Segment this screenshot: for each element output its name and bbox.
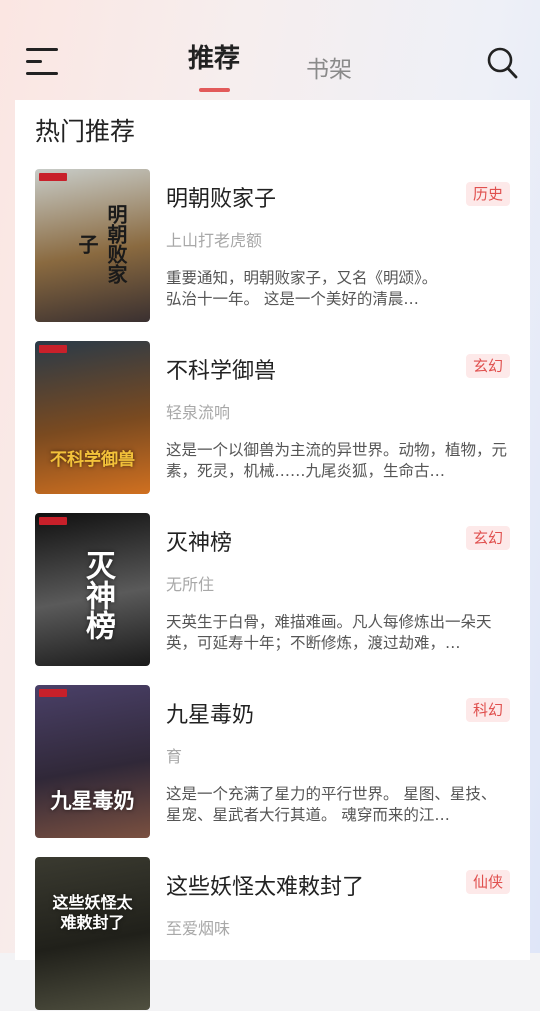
book-description: 这是一个充满了星力的平行世界。 星图、星技、星宠、星武者大行其道。 魂穿而来的江…	[166, 785, 497, 824]
menu-line	[26, 48, 58, 51]
menu-line	[26, 60, 42, 63]
book-title: 不科学御兽	[166, 359, 277, 384]
publisher-logo	[39, 517, 67, 525]
book-category-badge: 科幻	[465, 698, 510, 722]
book-item[interactable]: 九星毒奶 九星毒奶 科幻 育 这是一个充满了星力的平行世界。 星图、星技、星宠、…	[15, 685, 530, 839]
book-description: 这是一个以御兽为主流的异世界。动物，植物，元素，死灵，机械……九尾炎狐，生命古…	[166, 441, 508, 480]
search-icon[interactable]	[486, 46, 518, 80]
book-item[interactable]: 不科学御兽 不科学御兽 玄幻 轻泉流响 这是一个以御兽为主流的异世界。动物，植物…	[15, 341, 530, 495]
book-cover: 明朝败家子	[35, 169, 150, 322]
publisher-logo	[39, 345, 67, 353]
book-cover: 这些妖怪太难敕封了	[35, 857, 150, 1010]
book-title: 九星毒奶	[166, 703, 255, 728]
book-title: 这些妖怪太难敕封了	[166, 875, 365, 900]
book-cover: 九星毒奶	[35, 685, 150, 838]
book-author: 无所住	[166, 575, 215, 594]
cover-title: 明朝败家子	[75, 204, 128, 284]
publisher-logo	[39, 173, 67, 181]
book-author: 至爱烟味	[166, 919, 231, 938]
tab-bookshelf[interactable]: 书架	[306, 50, 352, 84]
cover-title: 九星毒奶	[50, 789, 135, 813]
book-cover: 灭神榜	[35, 513, 150, 666]
book-item[interactable]: 明朝败家子 明朝败家子 历史 上山打老虎额 重要通知，明朝败家子，又名《明颂》。…	[15, 169, 530, 323]
book-author: 轻泉流响	[166, 403, 231, 422]
book-description: 天英生于白骨，难描难画。凡人每修炼出一朵天英，可延寿十年；不断修炼，渡过劫难，…	[166, 613, 492, 652]
book-author: 育	[166, 747, 183, 766]
menu-icon[interactable]	[26, 48, 58, 76]
book-title: 明朝败家子	[166, 187, 277, 212]
menu-line	[26, 72, 58, 75]
cover-title: 不科学御兽	[50, 450, 135, 470]
book-category-badge: 历史	[465, 182, 510, 206]
active-tab-indicator	[199, 88, 230, 92]
publisher-logo	[39, 689, 67, 697]
cover-title: 这些妖怪太难敕封了	[52, 893, 133, 932]
book-item[interactable]: 这些妖怪太难敕封了 这些妖怪太难敕封了 仙侠 至爱烟味	[15, 857, 530, 1011]
book-cover: 不科学御兽	[35, 341, 150, 494]
top-header: 推荐 书架	[0, 0, 540, 100]
book-author: 上山打老虎额	[166, 231, 263, 250]
recommend-card: 热门推荐 明朝败家子 明朝败家子 历史 上山打老虎额 重要通知，明朝败家子，又名…	[15, 100, 530, 1010]
cover-title: 灭神榜	[80, 550, 115, 640]
section-title: 热门推荐	[35, 117, 136, 146]
book-title: 灭神榜	[166, 531, 233, 556]
book-category-badge: 玄幻	[465, 354, 510, 378]
tab-recommend[interactable]: 推荐	[188, 38, 240, 75]
book-category-badge: 仙侠	[465, 870, 510, 894]
book-item[interactable]: 灭神榜 灭神榜 玄幻 无所住 天英生于白骨，难描难画。凡人每修炼出一朵天英，可延…	[15, 513, 530, 667]
book-description: 重要通知，明朝败家子，又名《明颂》。 弘治十一年。 这是一个美好的清晨…	[166, 269, 438, 308]
book-category-badge: 玄幻	[465, 526, 510, 550]
